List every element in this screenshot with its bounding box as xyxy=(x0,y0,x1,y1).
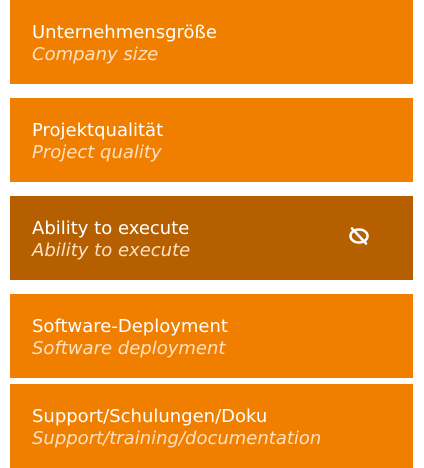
criteria-item-software-deployment[interactable]: Software-Deployment Software deployment xyxy=(10,294,413,378)
criteria-item-label: Software-Deployment xyxy=(32,316,228,337)
criteria-item-sublabel: Company size xyxy=(32,44,159,65)
eye-slash-icon[interactable] xyxy=(348,225,370,247)
criteria-item-sublabel: Software deployment xyxy=(32,338,226,359)
criteria-item-label: Projektqualität xyxy=(32,120,164,141)
criteria-item-project-quality[interactable]: Projektqualität Project quality xyxy=(10,98,413,182)
criteria-item-ability-to-execute[interactable]: Ability to execute Ability to execute xyxy=(10,196,413,280)
criteria-item-label: Unternehmensgröße xyxy=(32,22,217,43)
criteria-item-company-size[interactable]: Unternehmensgröße Company size xyxy=(10,0,413,84)
criteria-item-sublabel: Support/training/documentation xyxy=(32,428,322,449)
criteria-item-sublabel: Project quality xyxy=(32,142,162,163)
criteria-item-label: Support/Schulungen/Doku xyxy=(32,406,268,427)
criteria-item-support[interactable]: Support/Schulungen/Doku Support/training… xyxy=(10,384,413,468)
